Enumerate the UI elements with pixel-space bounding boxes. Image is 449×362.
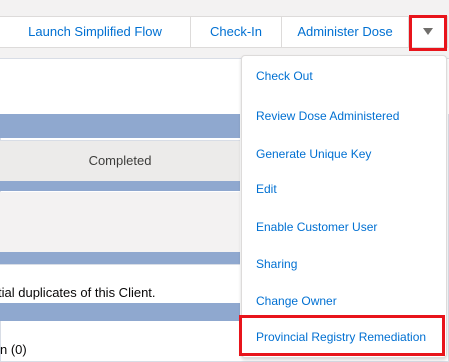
related-list-title[interactable]: n (0)	[0, 342, 27, 357]
duplicates-message: tial duplicates of this Client.	[0, 285, 156, 300]
highlight-more-actions	[409, 15, 447, 51]
section-band	[0, 303, 240, 321]
menu-item-check-out[interactable]: Check Out	[256, 69, 313, 83]
menu-item-change-owner[interactable]: Change Owner	[256, 294, 337, 308]
menu-item-sharing[interactable]: Sharing	[256, 257, 297, 271]
menu-item-enable-customer-user[interactable]: Enable Customer User	[256, 220, 377, 234]
menu-item-generate-unique-key[interactable]: Generate Unique Key	[256, 147, 371, 161]
administer-dose-button[interactable]: Administer Dose	[281, 16, 409, 48]
menu-item-edit[interactable]: Edit	[256, 182, 277, 196]
check-in-button[interactable]: Check-In	[190, 16, 282, 48]
action-bar: Launch Simplified Flow Check-In Administ…	[0, 0, 449, 59]
actions-dropdown-menu: Check Out Review Dose Administered Gener…	[241, 55, 447, 358]
section-band	[0, 181, 240, 191]
section-band	[0, 252, 240, 264]
launch-simplified-flow-button[interactable]: Launch Simplified Flow	[0, 16, 191, 48]
content-panel	[0, 192, 240, 252]
status-completed: Completed	[0, 140, 240, 182]
section-band	[0, 114, 240, 138]
highlight-provincial-registry-remediation	[239, 315, 445, 356]
menu-item-review-dose-administered[interactable]: Review Dose Administered	[256, 109, 399, 123]
